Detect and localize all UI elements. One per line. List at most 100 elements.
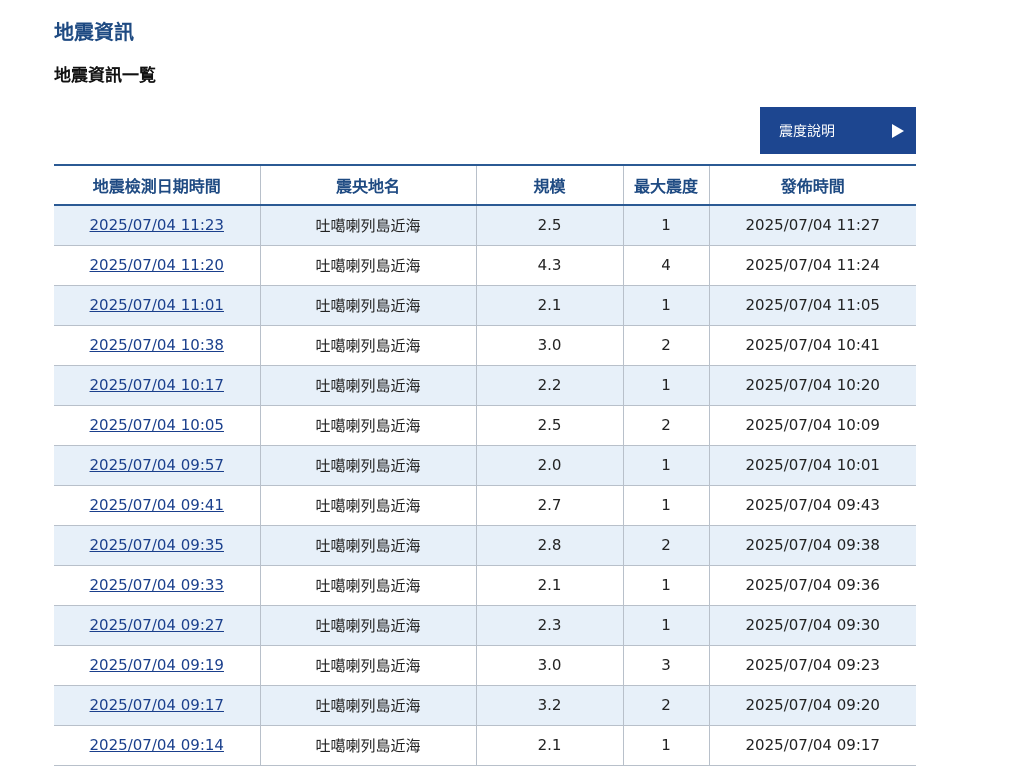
epicenter-cell: 吐噶喇列島近海	[259, 365, 476, 406]
column-header-max-intensity: 最大震度	[622, 164, 709, 206]
magnitude-cell: 3.0	[475, 325, 623, 366]
published-time-cell: 2025/07/04 09:20	[708, 685, 916, 726]
detected-time-cell: 2025/07/04 09:41	[54, 485, 260, 526]
magnitude-cell: 2.7	[475, 485, 623, 526]
column-header-magnitude: 規模	[475, 164, 623, 206]
detected-time-cell: 2025/07/04 11:01	[54, 285, 260, 326]
table-row: 2025/07/04 09:35 吐噶喇列島近海 2.8 2 2025/07/04 09…	[54, 525, 916, 566]
table-row: 2025/07/04 10:05 吐噶喇列島近海 2.5 2 2025/07/04 10…	[54, 405, 916, 446]
table-row: 2025/07/04 09:33 吐噶喇列島近海 2.1 1 2025/07/04 09…	[54, 565, 916, 606]
intensity-explanation-button[interactable]: 震度說明	[760, 107, 916, 154]
earthquake-detail-link[interactable]: 2025/07/04 11:23	[90, 216, 224, 234]
earthquake-detail-link[interactable]: 2025/07/04 09:33	[90, 576, 224, 594]
epicenter-cell: 吐噶喇列島近海	[259, 245, 476, 286]
play-arrow-icon	[892, 123, 904, 138]
max-intensity-cell: 1	[622, 285, 709, 326]
magnitude-cell: 2.1	[475, 285, 623, 326]
max-intensity-cell: 1	[622, 445, 709, 486]
earthquake-detail-link[interactable]: 2025/07/04 09:14	[90, 736, 224, 754]
epicenter-cell: 吐噶喇列島近海	[259, 285, 476, 326]
earthquake-detail-link[interactable]: 2025/07/04 10:05	[90, 416, 224, 434]
table-row: 2025/07/04 09:41 吐噶喇列島近海 2.7 1 2025/07/04 09…	[54, 485, 916, 526]
earthquake-table: 地震檢測日期時間 震央地名 規模 最大震度 發佈時間 2025/07/04 11…	[54, 164, 916, 766]
table-header-row: 地震檢測日期時間 震央地名 規模 最大震度 發佈時間	[54, 164, 916, 206]
earthquake-detail-link[interactable]: 2025/07/04 10:17	[90, 376, 224, 394]
max-intensity-cell: 2	[622, 325, 709, 366]
detected-time-cell: 2025/07/04 11:23	[54, 205, 260, 246]
detected-time-cell: 2025/07/04 09:57	[54, 445, 260, 486]
detected-time-cell: 2025/07/04 09:27	[54, 605, 260, 646]
epicenter-cell: 吐噶喇列島近海	[259, 725, 476, 766]
max-intensity-cell: 1	[622, 725, 709, 766]
max-intensity-cell: 1	[622, 365, 709, 406]
epicenter-cell: 吐噶喇列島近海	[259, 325, 476, 366]
max-intensity-cell: 2	[622, 405, 709, 446]
published-time-cell: 2025/07/04 11:24	[708, 245, 916, 286]
magnitude-cell: 3.2	[475, 685, 623, 726]
earthquake-detail-link[interactable]: 2025/07/04 09:27	[90, 616, 224, 634]
magnitude-cell: 4.3	[475, 245, 623, 286]
published-time-cell: 2025/07/04 09:38	[708, 525, 916, 566]
max-intensity-cell: 4	[622, 245, 709, 286]
magnitude-cell: 2.5	[475, 405, 623, 446]
published-time-cell: 2025/07/04 11:27	[708, 205, 916, 246]
earthquake-detail-link[interactable]: 2025/07/04 09:41	[90, 496, 224, 514]
epicenter-cell: 吐噶喇列島近海	[259, 445, 476, 486]
magnitude-cell: 2.5	[475, 205, 623, 246]
earthquake-detail-link[interactable]: 2025/07/04 11:01	[90, 296, 224, 314]
magnitude-cell: 2.1	[475, 565, 623, 606]
detected-time-cell: 2025/07/04 09:19	[54, 645, 260, 686]
intensity-explanation-label: 震度說明	[779, 123, 835, 140]
earthquake-detail-link[interactable]: 2025/07/04 09:17	[90, 696, 224, 714]
magnitude-cell: 2.0	[475, 445, 623, 486]
earthquake-detail-link[interactable]: 2025/07/04 10:38	[90, 336, 224, 354]
epicenter-cell: 吐噶喇列島近海	[259, 565, 476, 606]
published-time-cell: 2025/07/04 10:20	[708, 365, 916, 406]
section-title: 地震資訊一覧	[54, 66, 156, 86]
magnitude-cell: 2.2	[475, 365, 623, 406]
magnitude-cell: 3.0	[475, 645, 623, 686]
column-header-detected-time: 地震檢測日期時間	[54, 164, 260, 206]
table-row: 2025/07/04 09:27 吐噶喇列島近海 2.3 1 2025/07/04 09…	[54, 605, 916, 646]
epicenter-cell: 吐噶喇列島近海	[259, 645, 476, 686]
max-intensity-cell: 1	[622, 605, 709, 646]
detected-time-cell: 2025/07/04 10:05	[54, 405, 260, 446]
earthquake-detail-link[interactable]: 2025/07/04 11:20	[90, 256, 224, 274]
magnitude-cell: 2.8	[475, 525, 623, 566]
epicenter-cell: 吐噶喇列島近海	[259, 605, 476, 646]
epicenter-cell: 吐噶喇列島近海	[259, 405, 476, 446]
max-intensity-cell: 2	[622, 685, 709, 726]
table-row: 2025/07/04 09:57 吐噶喇列島近海 2.0 1 2025/07/04 10…	[54, 445, 916, 486]
magnitude-cell: 2.1	[475, 725, 623, 766]
table-row: 2025/07/04 11:20 吐噶喇列島近海 4.3 4 2025/07/04 11…	[54, 245, 916, 286]
table-row: 2025/07/04 09:19 吐噶喇列島近海 3.0 3 2025/07/04 09…	[54, 645, 916, 686]
detected-time-cell: 2025/07/04 11:20	[54, 245, 260, 286]
published-time-cell: 2025/07/04 11:05	[708, 285, 916, 326]
published-time-cell: 2025/07/04 10:09	[708, 405, 916, 446]
page-title: 地震資訊	[54, 20, 134, 44]
epicenter-cell: 吐噶喇列島近海	[259, 485, 476, 526]
table-row: 2025/07/04 11:23 吐噶喇列島近海 2.5 1 2025/07/04 11…	[54, 205, 916, 246]
earthquake-detail-link[interactable]: 2025/07/04 09:57	[90, 456, 224, 474]
published-time-cell: 2025/07/04 09:23	[708, 645, 916, 686]
epicenter-cell: 吐噶喇列島近海	[259, 685, 476, 726]
epicenter-cell: 吐噶喇列島近海	[259, 205, 476, 246]
detected-time-cell: 2025/07/04 09:14	[54, 725, 260, 766]
table-row: 2025/07/04 10:17 吐噶喇列島近海 2.2 1 2025/07/04 10…	[54, 365, 916, 406]
max-intensity-cell: 1	[622, 565, 709, 606]
table-row: 2025/07/04 11:01 吐噶喇列島近海 2.1 1 2025/07/04 11…	[54, 285, 916, 326]
earthquake-detail-link[interactable]: 2025/07/04 09:19	[90, 656, 224, 674]
published-time-cell: 2025/07/04 09:30	[708, 605, 916, 646]
detected-time-cell: 2025/07/04 09:35	[54, 525, 260, 566]
published-time-cell: 2025/07/04 09:17	[708, 725, 916, 766]
detected-time-cell: 2025/07/04 10:38	[54, 325, 260, 366]
detected-time-cell: 2025/07/04 09:17	[54, 685, 260, 726]
max-intensity-cell: 2	[622, 525, 709, 566]
magnitude-cell: 2.3	[475, 605, 623, 646]
column-header-published-time: 發佈時間	[708, 164, 916, 206]
max-intensity-cell: 1	[622, 205, 709, 246]
published-time-cell: 2025/07/04 10:41	[708, 325, 916, 366]
detected-time-cell: 2025/07/04 09:33	[54, 565, 260, 606]
earthquake-detail-link[interactable]: 2025/07/04 09:35	[90, 536, 224, 554]
published-time-cell: 2025/07/04 09:43	[708, 485, 916, 526]
